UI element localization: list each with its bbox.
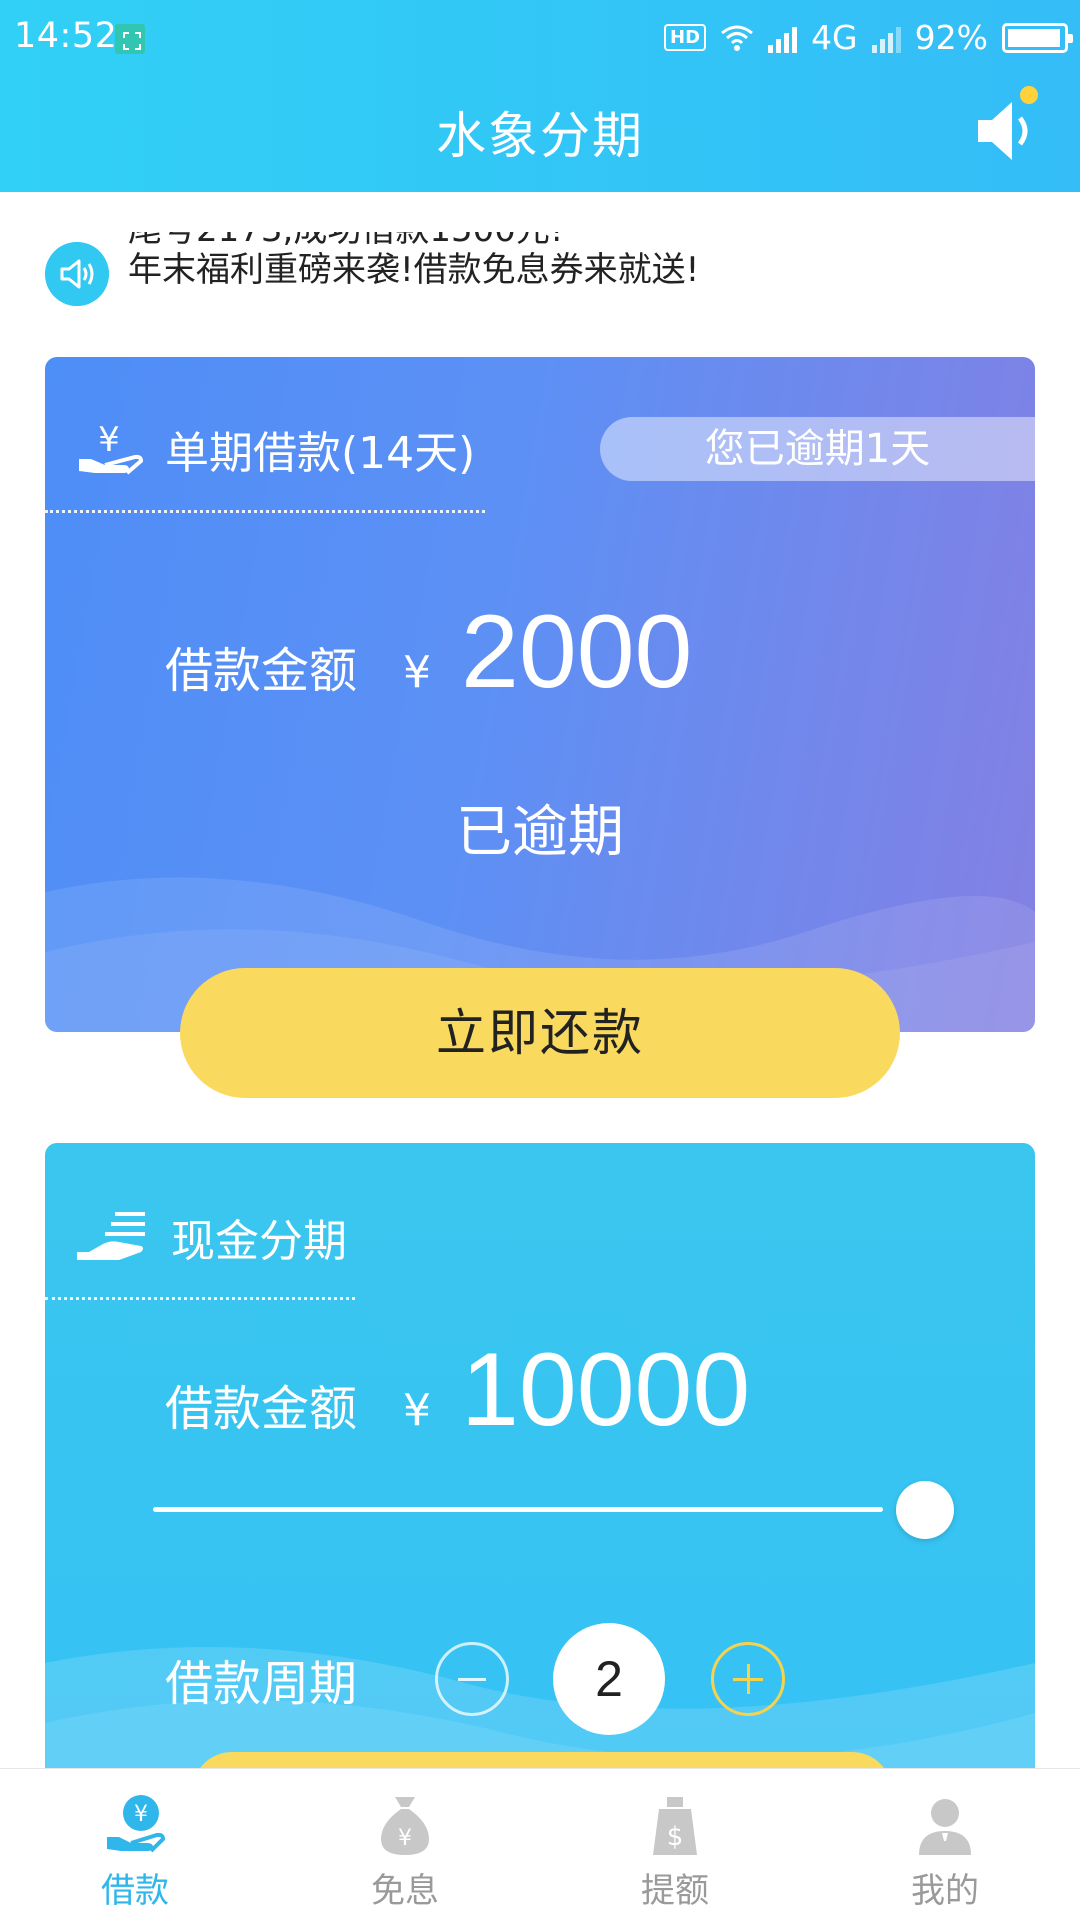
svg-text:¥: ¥ bbox=[398, 1826, 412, 1851]
svg-text:¥: ¥ bbox=[134, 1802, 148, 1827]
battery-percent: 92% bbox=[914, 18, 988, 57]
loan-icon: ¥ bbox=[107, 1795, 165, 1853]
status-indicators: HD 4G 92% bbox=[664, 18, 1073, 57]
network-type: 4G bbox=[811, 18, 858, 57]
notice-line-1: 尾号2173,成功借款1500元! bbox=[128, 232, 848, 250]
tab-label: 我的 bbox=[911, 1871, 979, 1911]
cash-bag-icon: $ bbox=[653, 1797, 697, 1855]
installment-header: 现金分期 bbox=[75, 1205, 347, 1269]
decrease-period-button[interactable] bbox=[435, 1642, 510, 1716]
svg-text:¥: ¥ bbox=[98, 420, 120, 460]
screenshot-icon bbox=[115, 24, 145, 54]
single-amount-row: 借款金额 ¥ 2000 bbox=[165, 593, 692, 712]
single-loan-title: 单期借款(14天) bbox=[165, 428, 476, 479]
notice-ticker[interactable]: 尾号2173,成功借款1500元! 年末福利重磅来袭!借款免息券来就送! bbox=[0, 192, 1080, 312]
overdue-badge: 您已逾期1天 bbox=[600, 417, 1035, 481]
notice-text: 尾号2173,成功借款1500元! 年末福利重磅来袭!借款免息券来就送! bbox=[128, 232, 848, 296]
money-bag-icon: ¥ bbox=[381, 1797, 429, 1855]
page-title: 水象分期 bbox=[436, 107, 644, 165]
status-time: 14:52 bbox=[14, 16, 118, 56]
tab-raise-limit[interactable]: $ 提额 bbox=[540, 1769, 810, 1920]
currency-symbol: ¥ bbox=[403, 647, 432, 698]
profile-icon bbox=[919, 1799, 971, 1855]
battery-icon bbox=[1002, 22, 1073, 53]
amount-label: 借款金额 bbox=[165, 1381, 358, 1437]
tab-label: 借款 bbox=[101, 1871, 169, 1911]
bottom-tab-bar: ¥ 借款 ¥ 免息 $ 提额 我的 bbox=[0, 1768, 1080, 1920]
installment-amount-row: 借款金额 ¥ 10000 bbox=[165, 1331, 750, 1450]
currency-symbol: ¥ bbox=[403, 1385, 432, 1436]
increase-period-button[interactable] bbox=[711, 1642, 786, 1716]
divider bbox=[45, 510, 485, 513]
app-header: 14:52 HD 4G 92% 水象分期 bbox=[0, 0, 1080, 192]
slider-thumb[interactable] bbox=[896, 1481, 954, 1539]
single-loan-card: ¥ 单期借款(14天) 您已逾期1天 借款金额 ¥ 2000 已逾期 bbox=[45, 357, 1035, 1032]
period-label: 借款周期 bbox=[165, 1656, 358, 1712]
period-row: 借款周期 2 bbox=[165, 1623, 786, 1735]
notification-dot bbox=[1020, 86, 1038, 104]
tab-label: 免息 bbox=[371, 1871, 439, 1911]
repay-now-button[interactable]: 立即还款 bbox=[180, 968, 900, 1098]
installment-title: 现金分期 bbox=[171, 1216, 347, 1267]
signal-icon bbox=[768, 23, 798, 53]
announcement-icon bbox=[45, 242, 109, 306]
speaker-icon[interactable] bbox=[974, 96, 1034, 166]
hd-icon: HD bbox=[664, 24, 707, 51]
divider bbox=[45, 1297, 355, 1300]
notice-line-2: 年末福利重磅来袭!借款免息券来就送! bbox=[128, 250, 700, 290]
loan-amount: 2000 bbox=[461, 594, 693, 710]
status-bar: 14:52 HD 4G 92% bbox=[0, 0, 1080, 76]
loan-status: 已逾期 bbox=[456, 800, 624, 865]
cash-hand-icon bbox=[77, 1212, 145, 1260]
amount-label: 借款金额 bbox=[165, 643, 358, 699]
tab-label: 提额 bbox=[641, 1871, 709, 1911]
wifi-icon bbox=[721, 25, 753, 51]
tab-interest-free[interactable]: ¥ 免息 bbox=[270, 1769, 540, 1920]
tab-profile[interactable]: 我的 bbox=[810, 1769, 1080, 1920]
signal-icon-2 bbox=[871, 23, 901, 53]
period-value: 2 bbox=[553, 1623, 666, 1735]
yen-hand-icon: ¥ bbox=[79, 420, 144, 475]
single-loan-header: ¥ 单期借款(14天) bbox=[75, 417, 475, 481]
amount-slider[interactable] bbox=[153, 1507, 883, 1512]
svg-text:$: $ bbox=[667, 1822, 684, 1852]
installment-amount: 10000 bbox=[461, 1332, 751, 1448]
installment-card: 现金分期 借款金额 ¥ 10000 借款周期 2 bbox=[45, 1143, 1035, 1783]
tab-loan[interactable]: ¥ 借款 bbox=[0, 1769, 270, 1920]
